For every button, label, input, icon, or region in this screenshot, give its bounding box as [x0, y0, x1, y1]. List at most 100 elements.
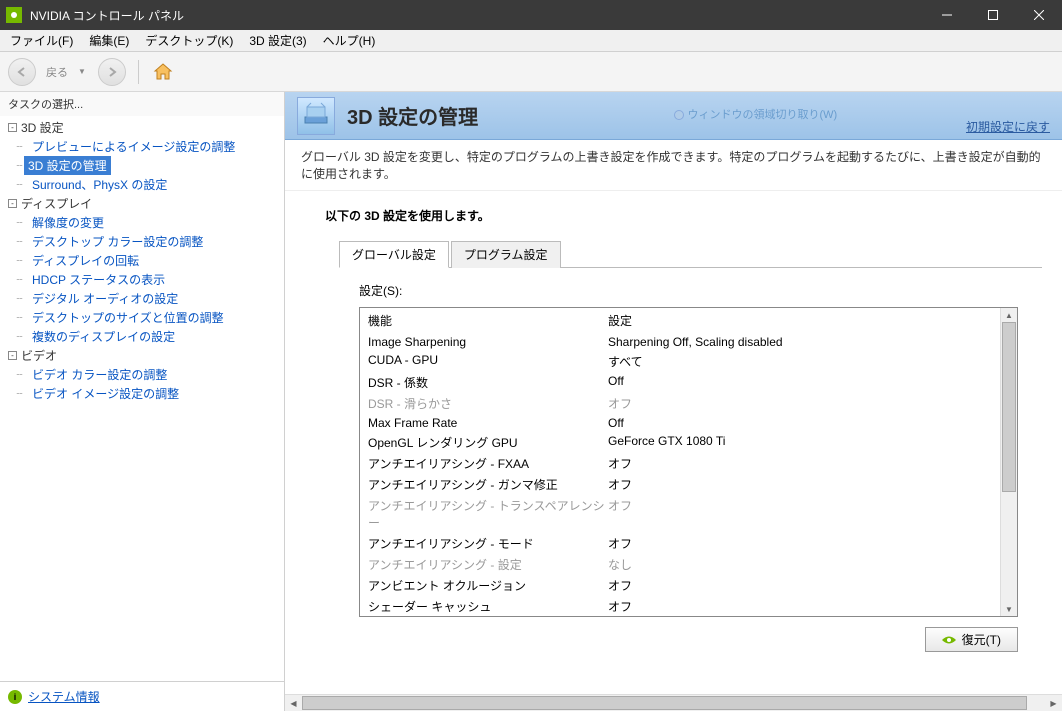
setting-feature: シェーダー キャッシュ [368, 598, 608, 615]
menu-edit[interactable]: 編集(E) [83, 30, 135, 51]
setting-feature: Image Sharpening [368, 335, 608, 349]
menu-desktop[interactable]: デスクトップ(K) [139, 30, 239, 51]
back-button[interactable] [8, 58, 36, 86]
settings-row[interactable]: アンチエイリアシング - ガンマ修正オフ [360, 474, 1000, 495]
settings-row[interactable]: アンビエント オクルージョンオフ [360, 575, 1000, 596]
page-description: グローバル 3D 設定を変更し、特定のプログラムの上書き設定を作成できます。特定… [285, 140, 1062, 191]
setting-value: Off [608, 416, 624, 430]
scroll-up-icon[interactable]: ▲ [1001, 308, 1017, 322]
settings-row[interactable]: DSR - 係数Off [360, 372, 1000, 393]
task-select-label: タスクの選択... [0, 92, 284, 116]
nav-tree: -3D 設定プレビューによるイメージ設定の調整3D 設定の管理Surround、… [0, 116, 284, 681]
scroll-down-icon[interactable]: ▼ [1001, 602, 1017, 616]
minimize-button[interactable] [924, 0, 970, 30]
system-info-link-row: i システム情報 [0, 681, 284, 711]
tree-group-label: 3D 設定 [21, 119, 64, 136]
tab-global[interactable]: グローバル設定 [339, 241, 449, 268]
setting-feature: アンチエイリアシング - FXAA [368, 455, 608, 472]
tree-item[interactable]: プレビューによるイメージ設定の調整 [24, 137, 284, 156]
tab-program[interactable]: プログラム設定 [451, 241, 561, 268]
forward-button[interactable] [98, 58, 126, 86]
settings-row[interactable]: Image SharpeningSharpening Off, Scaling … [360, 333, 1000, 351]
tree-expand-icon[interactable]: - [8, 123, 17, 132]
settings-row[interactable]: CUDA - GPUすべて [360, 351, 1000, 372]
tree-group-toggle[interactable]: -3D 設定 [8, 118, 284, 137]
settings-row[interactable]: アンチエイリアシング - トランスペアレンシーオフ [360, 495, 1000, 533]
home-button[interactable] [151, 60, 175, 84]
setting-feature: OpenGL レンダリング GPU [368, 434, 608, 451]
settings-row[interactable]: アンチエイリアシング - モードオフ [360, 533, 1000, 554]
setting-feature: アンチエイリアシング - ガンマ修正 [368, 476, 608, 493]
h-scroll-left-icon[interactable]: ◀ [285, 695, 302, 711]
sysinfo-icon: i [8, 690, 22, 704]
window-titlebar: NVIDIA コントロール パネル [0, 0, 1062, 30]
nvidia-eye-icon [942, 635, 956, 645]
tree-item[interactable]: ビデオ カラー設定の調整 [24, 365, 284, 384]
tree-item[interactable]: デスクトップ カラー設定の調整 [24, 232, 284, 251]
settings-table: 機能 設定 Image SharpeningSharpening Off, Sc… [359, 307, 1018, 617]
menubar: ファイル(F) 編集(E) デスクトップ(K) 3D 設定(3) ヘルプ(H) [0, 30, 1062, 52]
setting-value: オフ [608, 497, 632, 531]
setting-value: すべて [608, 353, 643, 370]
menu-3d[interactable]: 3D 設定(3) [243, 30, 312, 51]
tree-item[interactable]: HDCP ステータスの表示 [24, 270, 284, 289]
settings-scrollbar[interactable]: ▲ ▼ [1000, 308, 1017, 616]
setting-value: Off [608, 374, 624, 391]
tree-expand-icon[interactable]: - [8, 199, 17, 208]
settings-row[interactable]: OpenGL レンダリング GPUGeForce GTX 1080 Ti [360, 432, 1000, 453]
tree-item[interactable]: 複数のディスプレイの設定 [24, 327, 284, 346]
settings-row[interactable]: アンチエイリアシング - 設定なし [360, 554, 1000, 575]
setting-value: GeForce GTX 1080 Ti [608, 434, 725, 451]
maximize-button[interactable] [970, 0, 1016, 30]
h-scroll-thumb[interactable] [302, 696, 1027, 710]
settings-row[interactable]: シェーダー キャッシュオフ [360, 596, 1000, 616]
restore-button-label: 復元(T) [962, 631, 1001, 648]
setting-feature: アンチエイリアシング - モード [368, 535, 608, 552]
tree-item[interactable]: ディスプレイの回転 [24, 251, 284, 270]
settings-row[interactable]: アンチエイリアシング - FXAAオフ [360, 453, 1000, 474]
tree-item[interactable]: デスクトップのサイズと位置の調整 [24, 308, 284, 327]
close-button[interactable] [1016, 0, 1062, 30]
system-info-link[interactable]: システム情報 [28, 688, 100, 705]
setting-feature: Max Frame Rate [368, 416, 608, 430]
settings-body: 設定(S): 機能 設定 Image SharpeningSharpening … [325, 268, 1042, 666]
settings-sub-label: 設定(S): [359, 282, 1018, 299]
back-label: 戻る [46, 64, 68, 80]
window-title: NVIDIA コントロール パネル [30, 7, 924, 24]
settings-row[interactable]: DSR - 滑らかさオフ [360, 393, 1000, 414]
restore-defaults-link[interactable]: 初期設定に戻す [966, 120, 1050, 134]
scroll-thumb[interactable] [1002, 322, 1016, 492]
window-buttons [924, 0, 1062, 30]
setting-value: Sharpening Off, Scaling disabled [608, 335, 783, 349]
tree-expand-icon[interactable]: - [8, 351, 17, 360]
tree-item[interactable]: 3D 設定の管理 [24, 156, 111, 175]
tree-group-label: ビデオ [21, 347, 57, 364]
tree-group-toggle[interactable]: -ビデオ [8, 346, 284, 365]
setting-feature: アンビエント オクルージョン [368, 577, 608, 594]
setting-feature: CUDA - GPU [368, 353, 608, 370]
tree-group-toggle[interactable]: -ディスプレイ [8, 194, 284, 213]
settings-heading: 以下の 3D 設定を使用します。 [325, 207, 1042, 224]
back-dropdown-icon[interactable]: ▼ [78, 67, 86, 76]
restore-button[interactable]: 復元(T) [925, 627, 1018, 652]
content-header: 3D 設定の管理 ウィンドウの領域切り取り(W) 初期設定に戻す [285, 92, 1062, 140]
tree-item[interactable]: ビデオ イメージ設定の調整 [24, 384, 284, 403]
h-scroll-right-icon[interactable]: ▶ [1045, 695, 1062, 711]
content-pane: 3D 設定の管理 ウィンドウの領域切り取り(W) 初期設定に戻す グローバル 3… [285, 92, 1062, 711]
tree-item[interactable]: 解像度の変更 [24, 213, 284, 232]
restore-defaults-link-wrap: 初期設定に戻す [966, 118, 1050, 135]
menu-file[interactable]: ファイル(F) [4, 30, 79, 51]
nvidia-logo-icon [6, 7, 22, 23]
restore-row: 復元(T) [359, 617, 1018, 652]
menu-help[interactable]: ヘルプ(H) [317, 30, 382, 51]
tree-item[interactable]: Surround、PhysX の設定 [24, 175, 284, 194]
sidebar: タスクの選択... -3D 設定プレビューによるイメージ設定の調整3D 設定の管… [0, 92, 285, 711]
setting-value: オフ [608, 598, 632, 615]
content-h-scrollbar[interactable]: ◀ ▶ [285, 694, 1062, 711]
settings-area: 以下の 3D 設定を使用します。 グローバル設定 プログラム設定 設定(S): … [285, 191, 1062, 711]
col-setting: 設定 [608, 312, 632, 329]
setting-feature: アンチエイリアシング - 設定 [368, 556, 608, 573]
tree-item[interactable]: デジタル オーディオの設定 [24, 289, 284, 308]
settings-row[interactable]: Max Frame RateOff [360, 414, 1000, 432]
settings-table-header: 機能 設定 [360, 308, 1000, 333]
